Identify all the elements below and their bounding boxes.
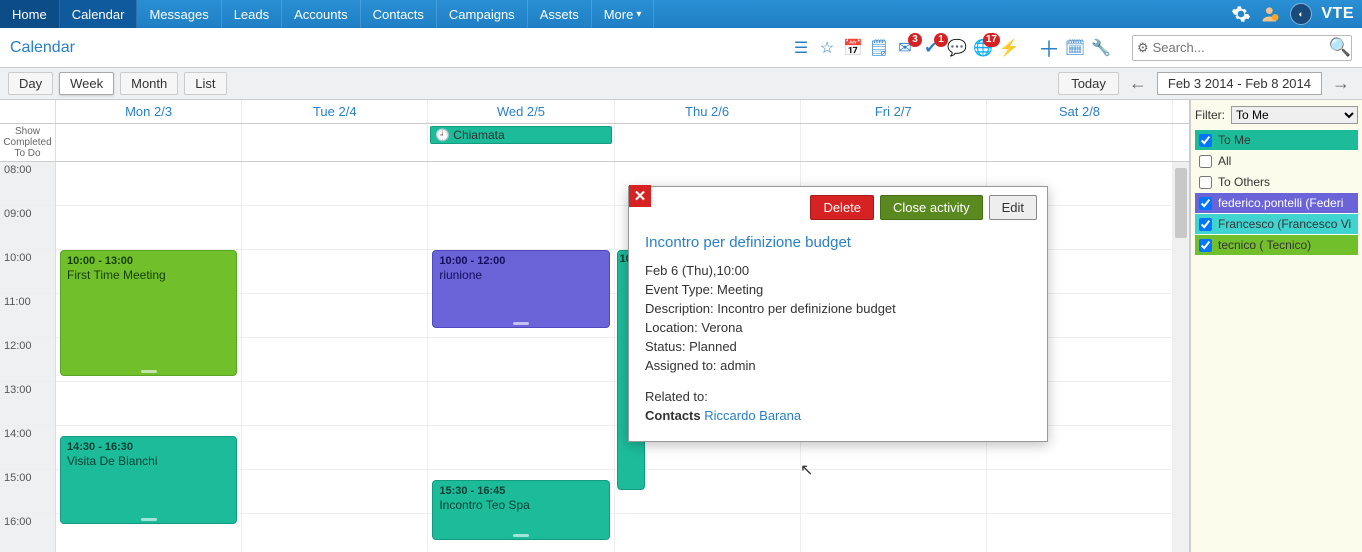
wrench-icon[interactable]: 🔧 [1090,37,1112,59]
hour-label: 15:00 [0,470,55,514]
delete-button[interactable]: Delete [810,195,874,220]
view-week[interactable]: Week [59,72,114,95]
day-header-tue[interactable]: Tue 2/4 [242,100,428,123]
event-riunione[interactable]: 10:00 - 12:00 riunione [432,250,609,328]
nav-home[interactable]: Home [0,0,60,28]
filter-label: Filter: [1195,108,1225,122]
event-incontro-teo[interactable]: 15:30 - 16:45 Incontro Teo Spa [432,480,609,540]
mail-icon[interactable]: ✉3 [894,37,916,59]
hour-label: 10:00 [0,250,55,294]
globe-icon[interactable]: 🌐17 [972,37,994,59]
day-header-mon[interactable]: Mon 2/3 [56,100,242,123]
filter-item-label: federico.pontelli (Federi [1218,196,1343,210]
hour-label: 16:00 [0,514,55,552]
search-submit-icon[interactable]: 🔍 [1329,37,1351,58]
view-day[interactable]: Day [8,72,53,95]
popup-datetime: Feb 6 (Thu),10:00 [645,263,1031,278]
chat-icon[interactable]: 💬 [946,37,968,59]
filter-item-label: All [1218,154,1231,168]
search-input[interactable] [1153,40,1329,55]
view-month[interactable]: Month [120,72,178,95]
day-col-mon[interactable]: 10:00 - 13:00 First Time Meeting 14:30 -… [56,162,242,552]
nav-contacts[interactable]: Contacts [361,0,437,28]
filter-item[interactable]: To Me [1195,130,1358,150]
nav-leads[interactable]: Leads [222,0,282,28]
allday-toggle[interactable]: Show Completed To Do [0,124,56,161]
top-nav: Home Calendar Messages Leads Accounts Co… [0,0,1362,28]
event-detail-popup: ✕ Delete Close activity Edit Incontro pe… [628,186,1048,442]
filter-item-label: To Me [1218,133,1251,147]
filter-item[interactable]: To Others [1195,172,1358,192]
filter-checkbox[interactable] [1199,155,1212,168]
view-list[interactable]: List [184,72,226,95]
nav-calendar[interactable]: Calendar [60,0,138,28]
close-activity-button[interactable]: Close activity [880,195,983,220]
hour-label: 11:00 [0,294,55,338]
contact-link[interactable]: Riccardo Barana [704,408,801,423]
bolt-icon[interactable]: ⚡ [998,37,1020,59]
filter-checkbox[interactable] [1199,218,1212,231]
filter-item-label: To Others [1218,175,1270,189]
nav-more[interactable]: More [592,0,655,28]
task-check-icon[interactable]: ✔1 [920,37,942,59]
hour-label: 12:00 [0,338,55,382]
popup-title[interactable]: Incontro per definizione budget [645,234,1031,251]
next-week-icon[interactable]: → [1328,73,1354,94]
day-header-wed[interactable]: Wed 2/5 [428,100,614,123]
search-box[interactable]: ⚙ 🔍 [1132,35,1352,61]
filter-item[interactable]: Francesco (Francesco Vi [1195,214,1358,234]
day-header-thu[interactable]: Thu 2/6 [615,100,801,123]
brand-text: VTE [1321,5,1354,23]
filter-checkbox[interactable] [1199,134,1212,147]
favorite-star-icon[interactable]: ☆ [816,37,838,59]
today-button[interactable]: Today [1058,72,1119,95]
filter-sidebar: Filter: To Me To Me All To Others federico.… [1190,100,1362,552]
edit-button[interactable]: Edit [989,195,1037,220]
hour-label: 09:00 [0,206,55,250]
event-visita-de-bianchi[interactable]: 14:30 - 16:30 Visita De Bianchi [60,436,237,524]
filter-item-label: Francesco (Francesco Vi [1218,217,1351,231]
note-icon[interactable]: 🗒 [868,37,890,59]
clock-icon: 🕘 [435,128,450,142]
filter-checkbox[interactable] [1199,239,1212,252]
hour-label: 14:00 [0,426,55,470]
nav-campaigns[interactable]: Campaigns [437,0,528,28]
search-settings-icon[interactable]: ⚙ [1133,40,1153,56]
filter-checkbox[interactable] [1199,176,1212,189]
hour-label: 08:00 [0,162,55,206]
nav-messages[interactable]: Messages [137,0,221,28]
filter-item[interactable]: All [1195,151,1358,171]
brand-badge-icon: ◐ [1289,2,1313,26]
day-col-tue[interactable] [242,162,428,552]
new-calendar-icon[interactable]: 🗓 [1064,37,1086,59]
settings-gear-icon[interactable] [1229,2,1253,26]
filter-checkbox[interactable] [1199,197,1212,210]
close-icon[interactable]: ✕ [629,185,651,207]
add-event-icon[interactable]: ＋ [1038,37,1060,59]
event-first-time-meeting[interactable]: 10:00 - 13:00 First Time Meeting [60,250,237,376]
filter-item-label: tecnico ( Tecnico) [1218,238,1311,252]
view-controls: Day Week Month List Today ← Feb 3 2014 -… [0,68,1362,100]
day-col-wed[interactable]: 10:00 - 12:00 riunione 15:30 - 16:45 Inc… [428,162,614,552]
filter-item[interactable]: tecnico ( Tecnico) [1195,235,1358,255]
filter-select[interactable]: To Me [1231,106,1358,124]
allday-event-chiamata[interactable]: 🕘Chiamata [430,126,611,144]
page-title: Calendar [10,39,75,57]
day-header-sat[interactable]: Sat 2/8 [987,100,1173,123]
nav-assets[interactable]: Assets [528,0,592,28]
calendar-day-icon[interactable]: 📅 [842,37,864,59]
user-settings-icon[interactable] [1259,2,1283,26]
toolbar: Calendar ☰ ☆ 📅 🗒 ✉3 ✔1 💬 🌐17 ⚡ ＋ 🗓 🔧 ⚙ 🔍 [0,28,1362,68]
hour-label: 13:00 [0,382,55,426]
prev-week-icon[interactable]: ← [1125,73,1151,94]
list-view-icon[interactable]: ☰ [790,37,812,59]
vertical-scrollbar[interactable] [1173,162,1189,552]
filter-item[interactable]: federico.pontelli (Federi [1195,193,1358,213]
related-to-label: Related to: [645,389,1031,404]
nav-accounts[interactable]: Accounts [282,0,360,28]
date-range[interactable]: Feb 3 2014 - Feb 8 2014 [1157,72,1322,95]
day-header-fri[interactable]: Fri 2/7 [801,100,987,123]
